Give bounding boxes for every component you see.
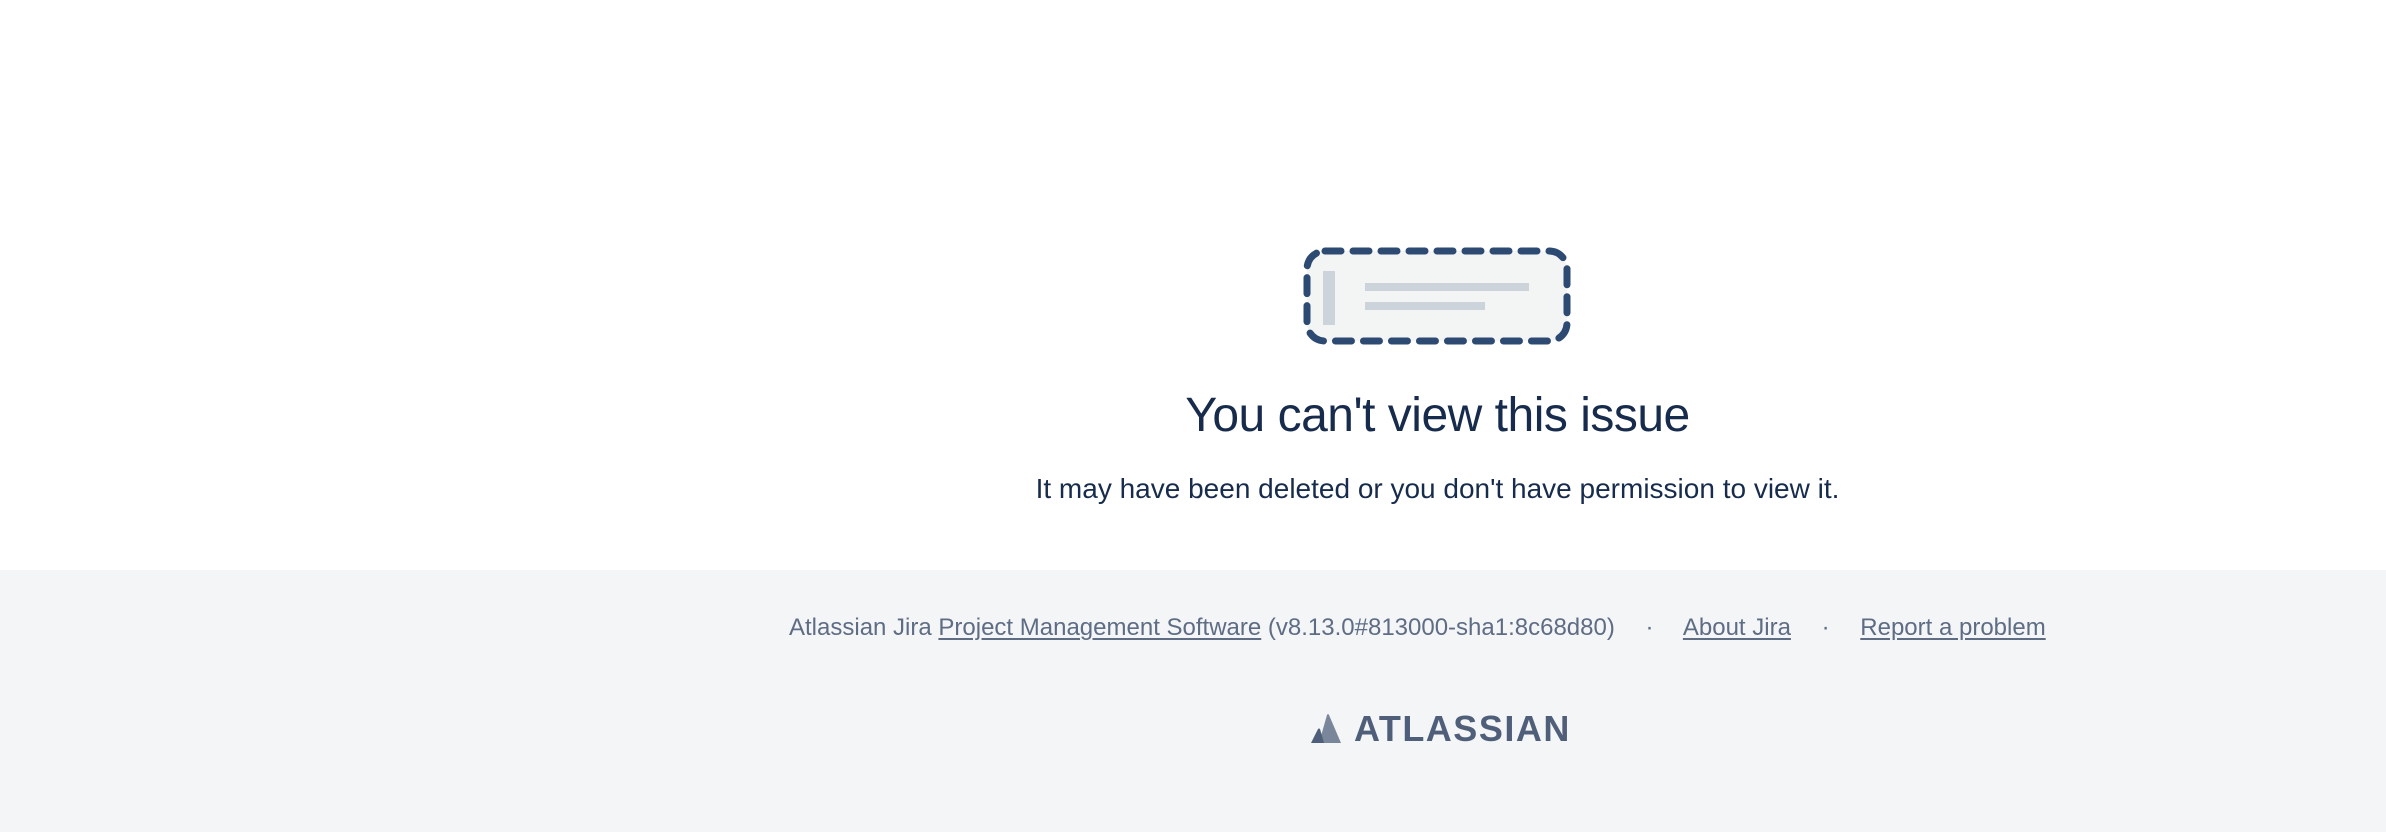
error-message: It may have been deleted or you don't ha…	[1035, 473, 1840, 504]
footer-separator: ·	[1645, 614, 1654, 641]
empty-issue-illustration-icon	[1303, 247, 1571, 345]
atlassian-mountain-icon	[1311, 714, 1341, 743]
report-problem-link[interactable]: Report a problem	[1860, 614, 2045, 641]
brand-wordmark: ATLASSIAN	[1354, 708, 1571, 749]
page-title: You can't view this issue	[1185, 389, 1690, 442]
footer: Atlassian Jira Project Management Softwa…	[0, 570, 2386, 832]
atlassian-logo: ATLASSIAN	[1310, 708, 1571, 749]
about-jira-link[interactable]: About Jira	[1683, 614, 1791, 641]
page: You can't view this issue It may have be…	[0, 0, 2386, 832]
footer-version: (v8.13.0#813000-sha1:8c68d80)	[1267, 614, 1615, 641]
main-content: You can't view this issue It may have be…	[0, 0, 2386, 570]
footer-prefix: Atlassian Jira	[789, 614, 932, 641]
footer-links: Atlassian Jira Project Management Softwa…	[789, 614, 2046, 642]
footer-separator: ·	[1821, 614, 1830, 641]
project-management-software-link[interactable]: Project Management Software	[938, 614, 1261, 641]
